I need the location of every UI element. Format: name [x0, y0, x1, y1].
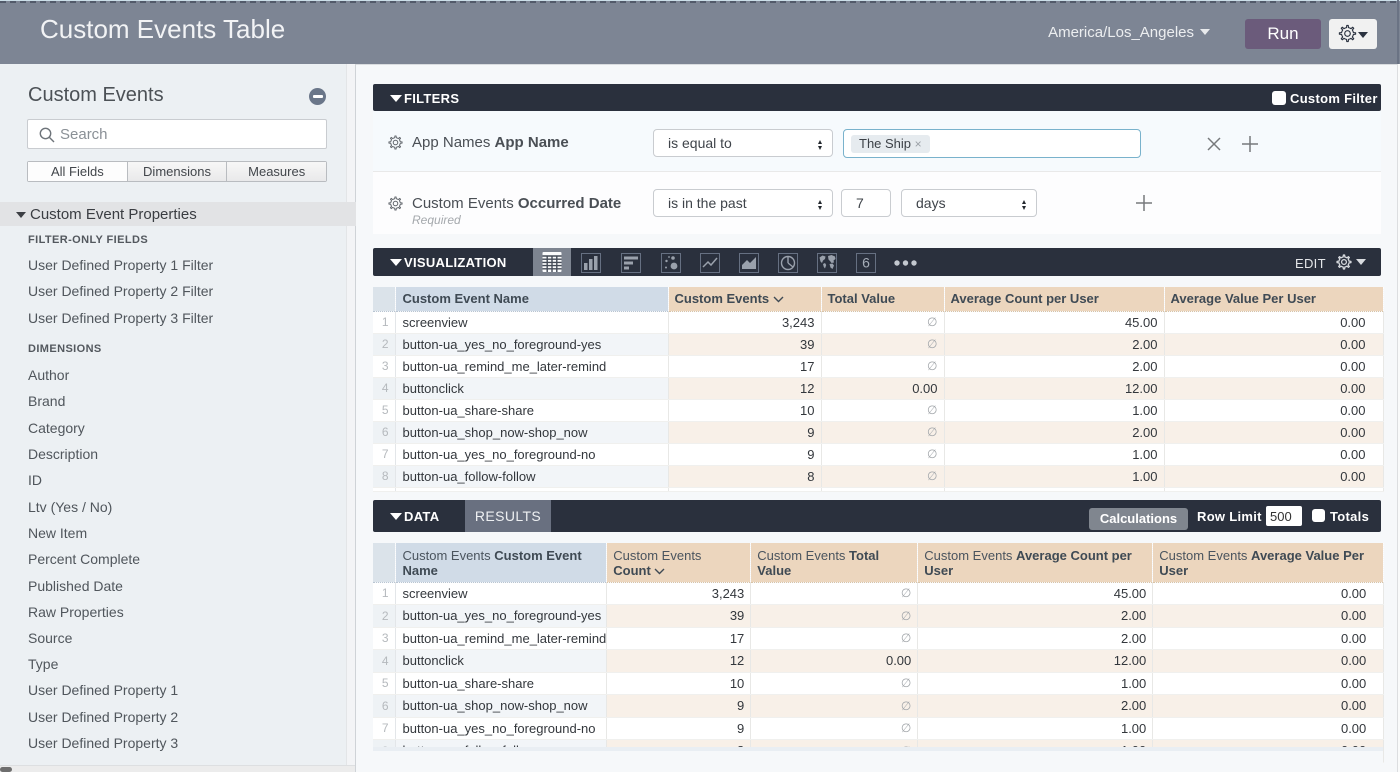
svg-text:6: 6	[862, 255, 870, 271]
